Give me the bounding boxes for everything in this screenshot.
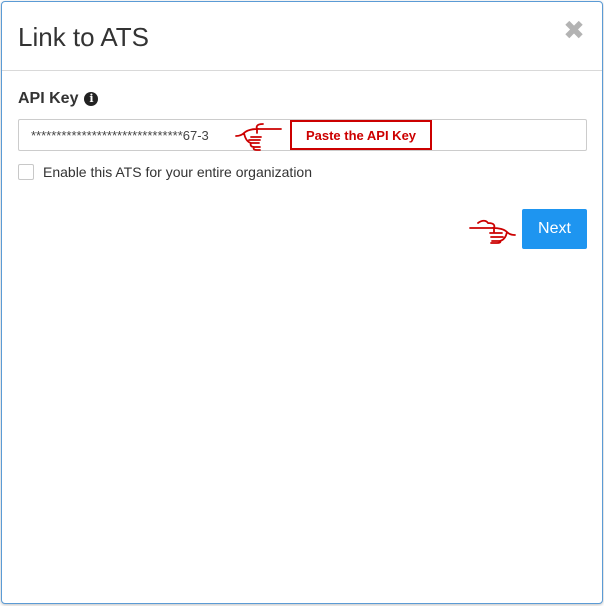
- org-wide-checkbox-label: Enable this ATS for your entire organiza…: [43, 164, 313, 180]
- close-icon[interactable]: ✖: [562, 18, 586, 44]
- api-key-label-row: API Key i: [18, 90, 99, 108]
- paste-api-key-callout: Paste the API Key: [290, 120, 432, 150]
- info-circle-icon[interactable]: i: [84, 92, 99, 106]
- pointing-hand-icon: [235, 123, 282, 151]
- pointing-hand-icon: [469, 219, 516, 244]
- dialog-header: Link to ATS ✖: [2, 2, 602, 71]
- next-button[interactable]: Next: [522, 209, 587, 249]
- org-wide-option: Enable this ATS for your entire organiza…: [18, 164, 312, 180]
- link-ats-dialog: Link to ATS ✖ API Key i Paste the API Ke…: [1, 1, 603, 604]
- org-wide-checkbox[interactable]: [18, 164, 34, 180]
- api-key-label: API Key: [18, 90, 79, 107]
- dialog-title: Link to ATS: [18, 22, 150, 52]
